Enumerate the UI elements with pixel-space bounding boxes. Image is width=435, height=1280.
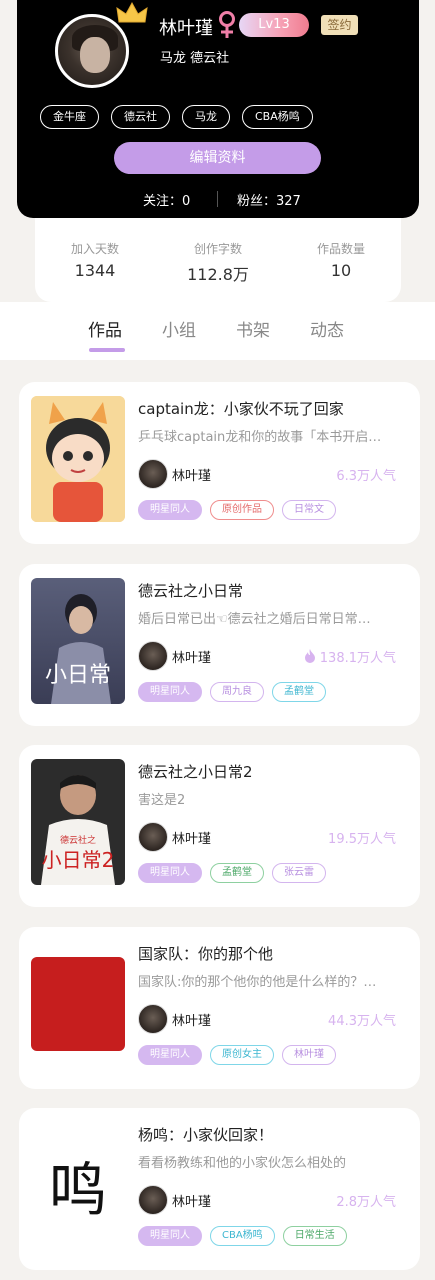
work-cover-image: 小日常 — [31, 578, 125, 704]
work-tag[interactable]: 日常文 — [282, 500, 336, 520]
work-tag[interactable]: 孟鹤堂 — [272, 682, 326, 702]
active-tab-indicator — [89, 348, 125, 352]
tab-works[interactable]: 作品 — [88, 316, 122, 341]
work-title: 杨鸣：小家伙回家！ — [138, 1126, 274, 1144]
work-tag[interactable]: 明星同人 — [138, 863, 202, 883]
work-tag[interactable]: 原创女主 — [210, 1045, 274, 1065]
work-cover-image — [31, 957, 125, 1051]
work-tag[interactable]: 林叶瑾 — [282, 1045, 336, 1065]
work-tag[interactable]: 原创作品 — [210, 500, 274, 520]
author-name[interactable]: 林叶瑾 — [172, 647, 211, 666]
flame-icon — [304, 649, 315, 663]
profile-subtitle: 马龙 德云社 — [160, 51, 230, 66]
work-cover-image — [31, 396, 125, 522]
work-card[interactable]: 国家队：你的那个他 国家队:你的那个他你的他是什么样的？… 林叶瑾 44.3万人… — [19, 927, 420, 1089]
popularity-count: 2.8万人气 — [336, 1195, 396, 1210]
work-tags: 明星同人 周九良 孟鹤堂 — [138, 682, 326, 702]
stat-value: 112.8万 — [187, 265, 249, 284]
profile-tag[interactable]: 金牛座 — [40, 105, 99, 129]
following-count[interactable]: 关注：0 — [143, 190, 190, 209]
work-cover-image: 鸣 — [31, 1122, 125, 1248]
work-card[interactable]: 鸣 杨鸣：小家伙回家！ 看看杨教练和他的小家伙怎么相处的 林叶瑾 2.8万人气 … — [19, 1108, 420, 1270]
author-name[interactable]: 林叶瑾 — [172, 1191, 211, 1210]
stat-value: 1344 — [74, 261, 116, 280]
profile-tag[interactable]: CBA杨鸣 — [242, 105, 313, 129]
work-tag[interactable]: 明星同人 — [138, 1226, 202, 1246]
stat-label: 作品数量 — [316, 242, 365, 256]
work-card[interactable]: 德云社之 小日常2 德云社之小日常2 害这是2 林叶瑾 19.5万人气 明星同人… — [19, 745, 420, 907]
work-description: 国家队:你的那个他你的他是什么样的？… — [138, 975, 377, 990]
work-tag[interactable]: 孟鹤堂 — [210, 863, 264, 883]
work-tag[interactable]: 周九良 — [210, 682, 264, 702]
work-tag[interactable]: 日常生活 — [282, 1226, 347, 1246]
work-title: captain龙：小家伙不玩了回家 — [138, 400, 344, 418]
profile-tag[interactable]: 德云社 — [111, 105, 170, 129]
author-avatar[interactable] — [138, 641, 168, 671]
work-title: 国家队：你的那个他 — [138, 945, 274, 963]
popularity-count: 138.1万人气 — [304, 647, 396, 666]
work-description: 害这是2 — [138, 793, 186, 808]
work-tags: 明星同人 原创女主 林叶瑾 — [138, 1045, 336, 1065]
author-avatar[interactable] — [138, 822, 168, 852]
stat-label: 创作字数 — [193, 242, 242, 256]
work-tag[interactable]: 明星同人 — [138, 500, 202, 520]
cover-title-text: 小日常2 — [42, 848, 115, 872]
work-description: 看看杨教练和他的小家伙怎么相处的 — [138, 1156, 347, 1171]
content-tabs: 作品 小组 书架 动态 — [0, 302, 435, 360]
stat-join-days: 加入天数 1344 — [35, 240, 155, 280]
level-badge: Lv13 — [239, 13, 309, 37]
stat-work-count: 作品数量 10 — [281, 240, 401, 280]
cover-subtitle-text: 德云社之 — [60, 834, 96, 846]
profile-tag[interactable]: 马龙 — [182, 105, 230, 129]
work-tag[interactable]: CBA杨鸣 — [210, 1226, 275, 1246]
follow-stats: 关注：0 粉丝：327 — [17, 188, 419, 210]
work-tag[interactable]: 明星同人 — [138, 1045, 202, 1065]
author-name[interactable]: 林叶瑾 — [172, 465, 211, 484]
tab-bookshelf[interactable]: 书架 — [236, 316, 270, 341]
work-tag[interactable]: 张云雷 — [272, 863, 326, 883]
work-tags: 明星同人 孟鹤堂 张云雷 — [138, 863, 326, 883]
work-title: 德云社之小日常 — [138, 582, 244, 600]
crown-icon — [116, 1, 148, 23]
profile-tags: 金牛座 德云社 马龙 CBA杨鸣 — [40, 105, 313, 129]
cover-calligraphy-text: 鸣 — [49, 1156, 107, 1224]
profile-header: 林叶瑾 Lv13 签约 马龙 德云社 金牛座 德云社 马龙 CBA杨鸣 编辑资料… — [17, 0, 419, 218]
profile-name: 林叶瑾 — [159, 18, 213, 39]
popularity-count: 6.3万人气 — [336, 469, 396, 484]
popularity-count: 44.3万人气 — [328, 1014, 396, 1029]
author-avatar[interactable] — [138, 1185, 168, 1215]
work-description: 乒乓球captain龙和你的故事「本书开启… — [138, 430, 382, 445]
stat-word-count: 创作字数 112.8万 — [158, 240, 278, 285]
tab-groups[interactable]: 小组 — [162, 316, 196, 341]
stat-label: 加入天数 — [70, 242, 119, 256]
work-cover-image: 德云社之 小日常2 — [31, 759, 125, 885]
work-title: 德云社之小日常2 — [138, 763, 253, 781]
popularity-count: 19.5万人气 — [328, 832, 396, 847]
author-name[interactable]: 林叶瑾 — [172, 1010, 211, 1029]
divider — [217, 191, 218, 207]
female-symbol-icon — [219, 11, 235, 38]
tab-activity[interactable]: 动态 — [310, 316, 344, 341]
work-card[interactable]: captain龙：小家伙不玩了回家 乒乓球captain龙和你的故事「本书开启…… — [19, 382, 420, 544]
signed-badge: 签约 — [321, 15, 358, 35]
fans-count[interactable]: 粉丝：327 — [237, 190, 301, 209]
cover-title-text: 小日常 — [45, 663, 111, 688]
work-card[interactable]: 小日常 德云社之小日常 婚后日常已出☜德云社之婚后日常日常… 林叶瑾 138.1… — [19, 564, 420, 726]
edit-profile-button[interactable]: 编辑资料 — [114, 142, 321, 174]
work-tags: 明星同人 CBA杨鸣 日常生活 — [138, 1226, 347, 1246]
author-name[interactable]: 林叶瑾 — [172, 828, 211, 847]
popularity-value: 138.1万人气 — [319, 651, 396, 666]
work-tags: 明星同人 原创作品 日常文 — [138, 500, 336, 520]
stat-value: 10 — [330, 261, 352, 280]
work-description: 婚后日常已出☜德云社之婚后日常日常… — [138, 612, 371, 627]
stats-card: 加入天数 1344 创作字数 112.8万 作品数量 10 — [35, 218, 401, 302]
author-avatar[interactable] — [138, 459, 168, 489]
work-tag[interactable]: 明星同人 — [138, 682, 202, 702]
author-avatar[interactable] — [138, 1004, 168, 1034]
